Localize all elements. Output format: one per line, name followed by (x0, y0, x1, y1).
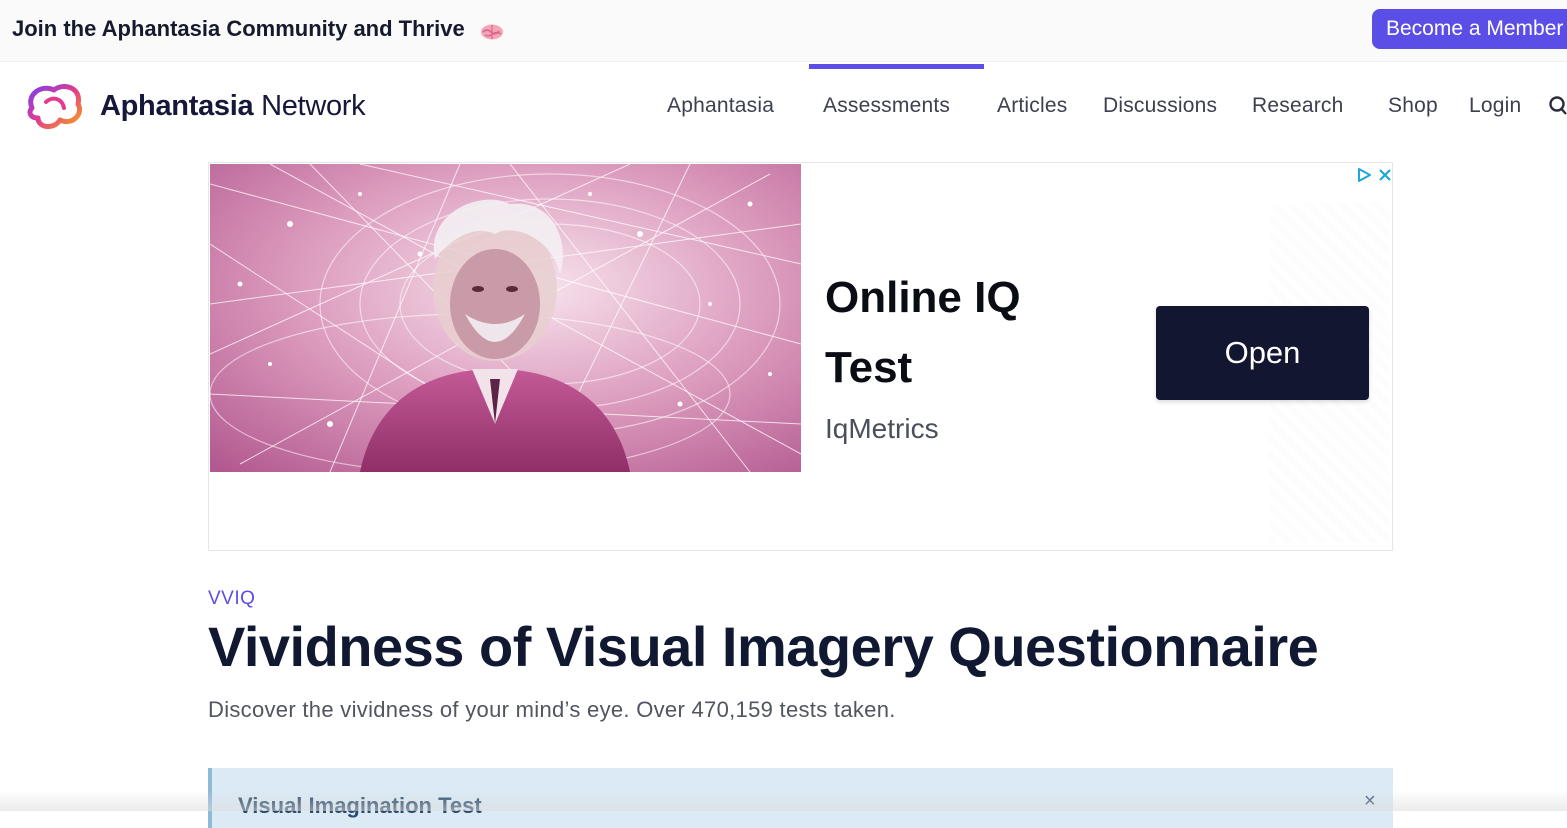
brain-logo-icon (27, 84, 82, 129)
notice-box: Visual Imagination Test × (208, 768, 1393, 828)
nav-item-aphantasia[interactable]: Aphantasia (667, 94, 774, 118)
announcement-bar: Join the Aphantasia Community and Thrive… (0, 0, 1567, 62)
ad-open-button[interactable]: Open (1156, 306, 1369, 400)
logo-text: Aphantasia Network (100, 89, 366, 122)
close-icon[interactable]: × (1364, 790, 1376, 813)
nav-item-assessments[interactable]: Assessments (823, 94, 950, 118)
ad-banner[interactable]: Online IQ Test IqMetrics Open (208, 162, 1393, 551)
adchoices-icon[interactable] (1355, 166, 1373, 184)
ad-headline[interactable]: Online IQ Test (825, 263, 1085, 403)
announcement-text-wrap: Join the Aphantasia Community and Thrive (12, 16, 505, 42)
category-eyebrow[interactable]: VVIQ (208, 588, 255, 610)
announcement-text: Join the Aphantasia Community and Thrive (12, 16, 465, 41)
page-title: Vividness of Visual Imagery Questionnair… (208, 615, 1319, 678)
nav-item-shop[interactable]: Shop (1388, 94, 1438, 118)
nav-active-indicator (809, 64, 984, 69)
nav-item-discussions[interactable]: Discussions (1103, 94, 1217, 118)
ad-close-icon[interactable] (1377, 167, 1393, 183)
search-icon[interactable] (1548, 95, 1567, 117)
become-member-button[interactable]: Become a Member (1372, 9, 1567, 49)
einstein-portrait-image[interactable] (210, 164, 801, 472)
page-subtitle: Discover the vividness of your mind’s ey… (208, 697, 896, 722)
brain-icon (479, 21, 505, 40)
ad-advertiser[interactable]: IqMetrics (825, 413, 939, 445)
nav-item-research[interactable]: Research (1252, 94, 1343, 118)
notice-title: Visual Imagination Test (238, 793, 482, 818)
nav-item-articles[interactable]: Articles (997, 94, 1067, 118)
site-logo[interactable]: Aphantasia Network (24, 80, 366, 132)
nav-item-login[interactable]: Login (1469, 94, 1521, 118)
ad-choices[interactable] (1349, 165, 1393, 185)
site-header: Aphantasia Network Aphantasia Assessment… (0, 62, 1567, 152)
